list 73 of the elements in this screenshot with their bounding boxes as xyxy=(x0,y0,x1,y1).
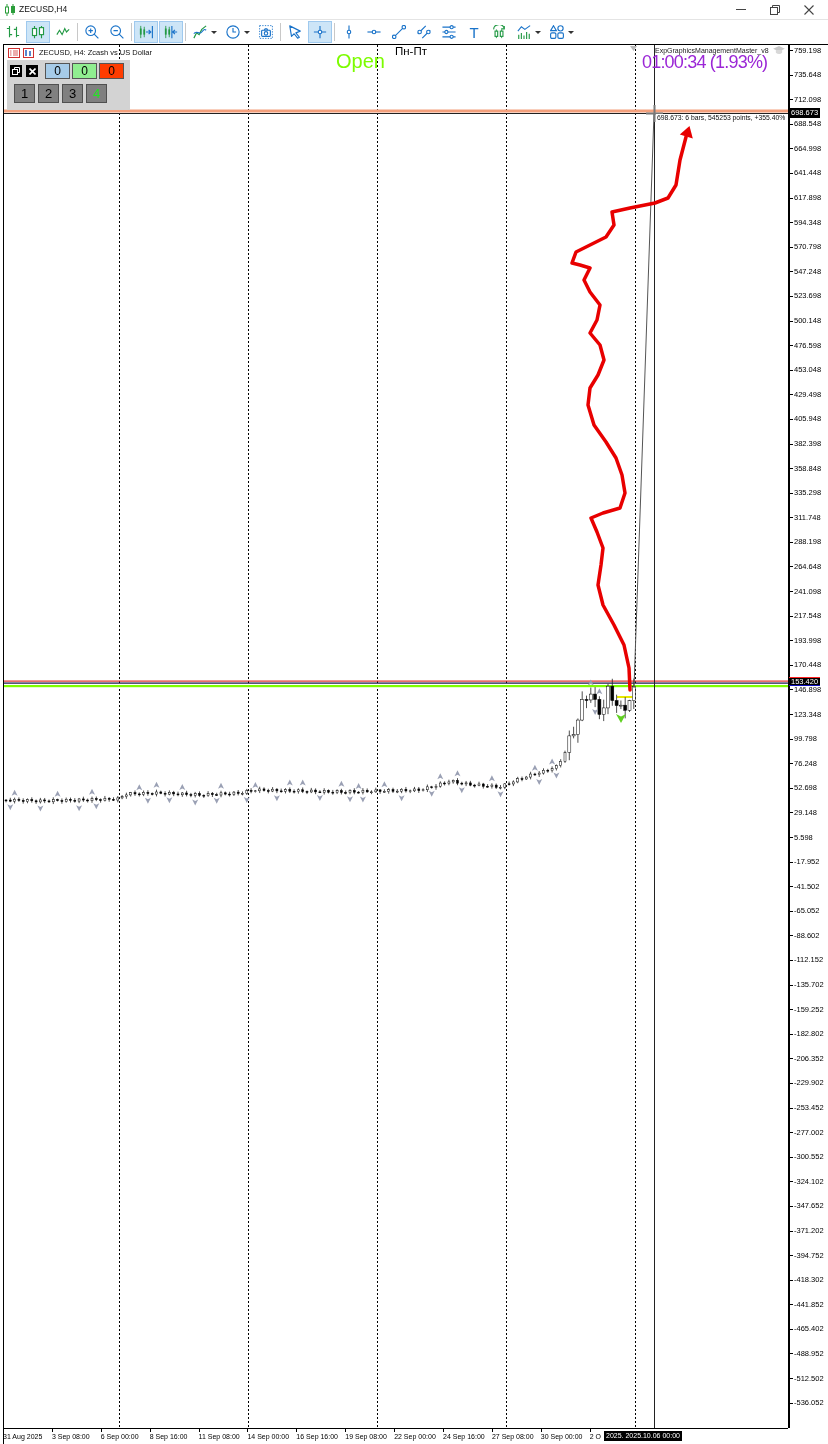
fractal-arrow-icon xyxy=(454,770,461,777)
fractal-arrow-icon xyxy=(316,795,323,801)
caret-icon xyxy=(568,30,574,34)
fractal-arrow-icon xyxy=(76,805,83,812)
fractal-arrow-icon xyxy=(273,795,280,802)
fractal-arrow-icon xyxy=(338,780,345,787)
counter-button[interactable]: 0 xyxy=(45,63,70,79)
restore-button[interactable] xyxy=(10,65,22,77)
fractal-arrow-icon xyxy=(428,790,435,797)
fractal-arrow-icon xyxy=(54,790,61,797)
fractal-arrow-icon xyxy=(381,781,388,788)
toolbar-button[interactable] xyxy=(308,21,332,43)
clock-icon xyxy=(226,25,240,39)
toolbar-button[interactable] xyxy=(134,21,158,43)
fractal-arrow-icon xyxy=(497,791,504,798)
trendline-icon xyxy=(392,25,406,39)
triangle-marker-icon xyxy=(630,46,637,51)
bar-line-chart-icon xyxy=(517,25,531,39)
candlestick-icon xyxy=(31,25,45,39)
fractal-arrow-icon xyxy=(37,805,44,812)
fractal-arrow-icon xyxy=(592,709,599,716)
fractal-arrow-icon xyxy=(11,789,18,796)
chart-shift-icon xyxy=(164,25,178,39)
caret-icon xyxy=(244,30,250,34)
fractal-arrow-icon xyxy=(89,788,95,795)
candles-refresh-icon xyxy=(492,25,506,39)
crosshair-icon xyxy=(313,25,327,39)
camera-icon xyxy=(259,25,273,39)
toolbar-button[interactable] xyxy=(159,21,183,43)
close-icon xyxy=(28,67,36,75)
signal-arrow-icon xyxy=(616,714,626,723)
counter-button[interactable]: 0 xyxy=(99,63,124,79)
fractal-arrow-icon xyxy=(458,787,465,794)
fractal-arrow-icon xyxy=(488,775,495,782)
caret-icon xyxy=(535,30,541,34)
toolbar-button[interactable] xyxy=(26,21,50,43)
session-status: Open xyxy=(336,51,385,71)
session-days: Пн-Пт xyxy=(395,46,427,58)
restore-icon xyxy=(770,4,780,15)
timeframe-button[interactable]: 3 xyxy=(62,84,83,103)
fractal-arrow-icon xyxy=(243,797,250,803)
fractal-arrow-icon xyxy=(437,773,444,780)
fractal-arrow-icon xyxy=(153,781,160,788)
window-title: ZECUSD,H4 xyxy=(19,5,68,14)
close-button[interactable] xyxy=(26,65,38,77)
caret-icon xyxy=(211,30,217,34)
list-icon xyxy=(8,48,20,58)
fractal-arrow-icon xyxy=(7,804,14,811)
indicator-lines-icon xyxy=(193,25,207,39)
fractal-arrow-icon xyxy=(218,782,224,789)
text-tool-button[interactable]: T xyxy=(462,21,486,43)
zoom-out-icon xyxy=(110,25,124,39)
minimize-icon xyxy=(736,9,746,10)
fractal-arrow-icon xyxy=(213,797,220,804)
channel-icon xyxy=(417,25,431,39)
fractal-arrow-icon xyxy=(93,803,100,810)
graduation-cap-icon xyxy=(773,46,785,55)
timeframe-button[interactable]: 2 xyxy=(38,84,59,103)
cursor-icon xyxy=(288,25,302,39)
bar-chart-icon xyxy=(6,25,20,39)
chart-icon xyxy=(23,48,34,58)
zoom-in-icon xyxy=(85,25,99,39)
fractal-arrow-icon xyxy=(192,799,199,806)
level-lines-icon xyxy=(442,25,456,39)
candlestick-icon xyxy=(5,3,15,16)
close-icon xyxy=(804,4,814,15)
autoscroll-icon xyxy=(139,25,153,39)
restore-icon xyxy=(12,67,20,75)
fractal-arrow-icon xyxy=(398,795,405,802)
counter-button[interactable]: 0 xyxy=(72,63,97,79)
fractal-arrow-icon xyxy=(252,782,259,788)
timeframe-button[interactable]: 1 xyxy=(14,84,35,103)
shapes-icon xyxy=(550,25,564,39)
